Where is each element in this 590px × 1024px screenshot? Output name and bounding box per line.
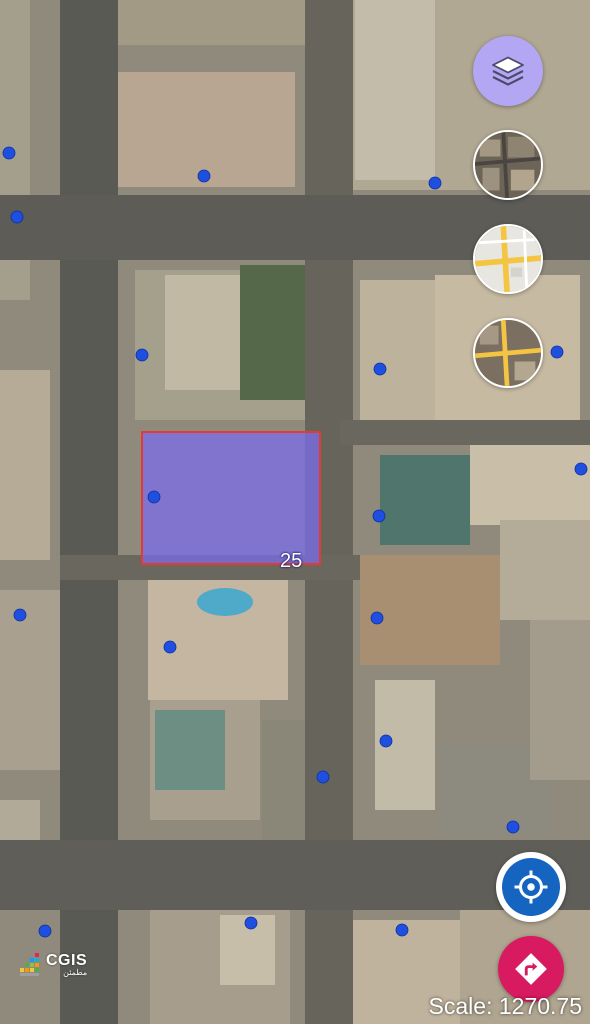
selected-parcel[interactable] [141,431,321,565]
map-point-marker[interactable] [316,770,330,784]
crosshair-icon [514,870,548,904]
map-point-marker[interactable] [550,345,564,359]
map-point-marker[interactable] [574,462,588,476]
layers-icon [492,56,524,86]
map-point-marker[interactable] [379,734,393,748]
map-scale: Scale: 1270.75 [428,993,582,1019]
map-point-marker[interactable] [13,608,27,622]
street-basemap-button[interactable] [473,224,543,294]
locate-me-button[interactable] [496,852,566,922]
hybrid-basemap-button[interactable] [473,318,543,388]
map-point-marker[interactable] [370,611,384,625]
hybrid-thumbnail-icon [475,320,541,386]
map-point-marker[interactable] [197,169,211,183]
map-point-marker[interactable] [135,348,149,362]
map-point-marker[interactable] [244,916,258,930]
map-point-marker[interactable] [373,362,387,376]
map-point-marker[interactable] [2,146,16,160]
directions-icon [515,953,547,985]
cgis-logo: CGIS مطمئن [20,952,87,978]
map-point-marker[interactable] [372,509,386,523]
map-point-marker[interactable] [428,176,442,190]
map-point-marker[interactable] [506,820,520,834]
parcel-number-label: 25 [280,550,303,572]
satellite-thumbnail-icon [475,132,541,198]
street-map-thumbnail-icon [475,226,541,292]
map-point-marker[interactable] [163,640,177,654]
logo-subtitle: مطمئن [63,968,88,977]
map-point-marker[interactable] [10,210,24,224]
logo-mark-icon [20,953,39,976]
map-point-marker[interactable] [38,924,52,938]
map-point-marker[interactable] [395,923,409,937]
logo-name: CGIS [46,952,88,969]
layers-button[interactable] [473,36,543,106]
map-point-marker[interactable] [147,490,161,504]
satellite-basemap-button[interactable] [473,130,543,200]
